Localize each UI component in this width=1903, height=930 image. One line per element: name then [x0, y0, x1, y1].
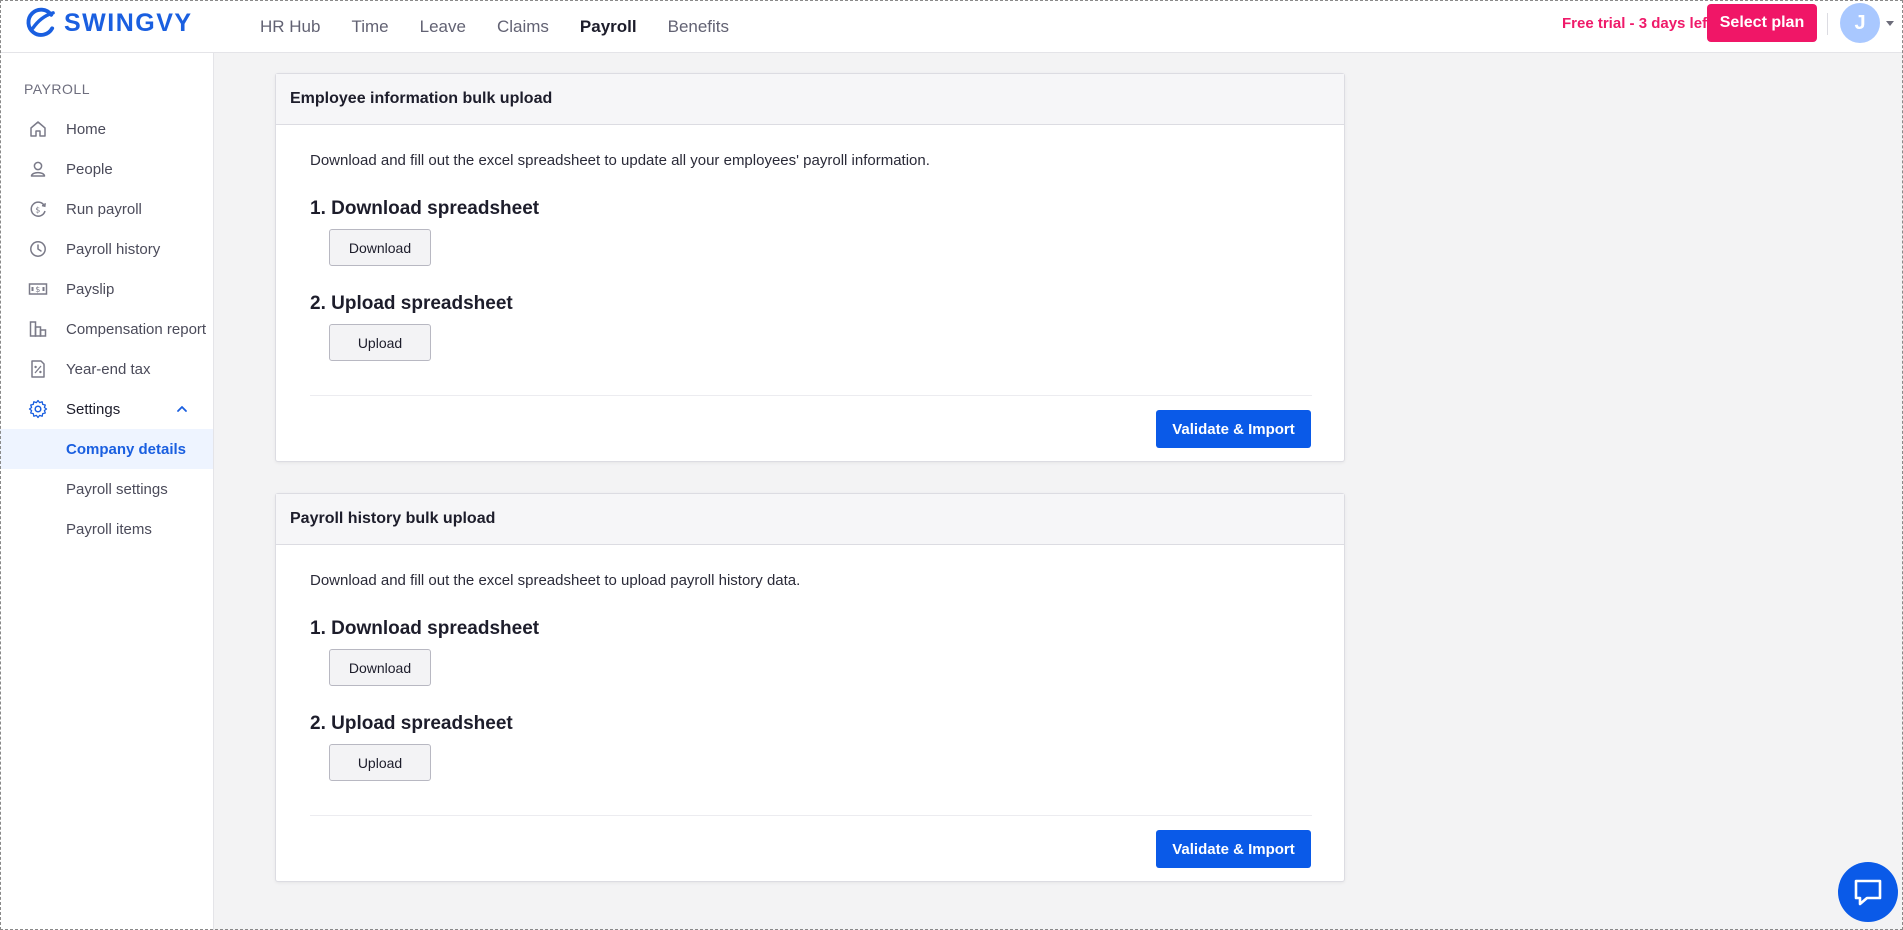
svg-text:$: $ — [35, 285, 40, 294]
step-download-title: 1. Download spreadsheet — [310, 618, 540, 639]
run-payroll-icon: $ — [30, 201, 46, 217]
payroll-history-upload-card: Payroll history bulk upload Download and… — [275, 493, 1345, 882]
sidebar-item-label: Payslip — [66, 280, 115, 298]
svg-text:$: $ — [35, 206, 40, 215]
swingvy-logo-icon — [26, 7, 55, 37]
sidebar-item-label: Year-end tax — [66, 360, 151, 378]
card-description: Download and fill out the excel spreadsh… — [310, 152, 930, 169]
swingvy-logo[interactable]: SWINGVY — [24, 7, 193, 40]
percent-doc-icon — [31, 360, 45, 378]
card-divider — [310, 395, 1312, 396]
history-clock-icon — [30, 241, 46, 257]
sidebar-subitem-label: Payroll items — [66, 520, 152, 538]
gear-icon — [28, 399, 48, 419]
chevron-down-icon[interactable] — [1886, 21, 1894, 26]
sidebar-item-label: Compensation report — [66, 320, 207, 338]
brand-name: SWINGVY — [64, 9, 193, 37]
nav-hr-hub[interactable]: HR Hub — [260, 17, 320, 37]
step-upload-title: 2. Upload spreadsheet — [310, 293, 513, 314]
sidebar-item-label: People — [66, 160, 113, 178]
sidebar-subitem-company-details[interactable]: Company details — [0, 429, 213, 469]
sidebar-item-run-payroll[interactable]: $ Run payroll — [0, 189, 213, 229]
sidebar-item-label: Run payroll — [66, 200, 142, 218]
payslip-icon: $ — [28, 283, 48, 295]
sidebar-item-year-end-tax[interactable]: Year-end tax — [0, 349, 213, 389]
nav-time[interactable]: Time — [351, 17, 388, 37]
sidebar-subitem-label: Payroll settings — [66, 480, 168, 498]
step-download-title: 1. Download spreadsheet — [310, 198, 540, 219]
sidebar-subitem-label: Company details — [66, 440, 187, 458]
sidebar-item-label: Settings — [66, 400, 121, 418]
sidebar-subitem-payroll-items[interactable]: Payroll items — [0, 509, 213, 549]
top-navigation-bar: SWINGVY HR Hub Time Leave Claims Payroll… — [0, 0, 1903, 53]
upload-button[interactable]: Upload — [329, 324, 431, 361]
card-title: Employee information bulk upload — [276, 74, 1344, 125]
main-nav: HR Hub Time Leave Claims Payroll Benefit… — [260, 0, 760, 53]
select-plan-button[interactable]: Select plan — [1707, 4, 1817, 42]
upload-button[interactable]: Upload — [329, 744, 431, 781]
home-icon — [30, 121, 46, 137]
header-divider — [1827, 13, 1828, 35]
nav-benefits[interactable]: Benefits — [668, 17, 729, 37]
user-avatar[interactable]: J — [1840, 3, 1880, 43]
sidebar-item-compensation-report[interactable]: Compensation report — [0, 309, 213, 349]
bar-chart-icon — [29, 321, 47, 337]
employee-info-upload-card: Employee information bulk upload Downloa… — [275, 73, 1345, 462]
person-icon — [30, 161, 46, 177]
chat-bubble-icon — [1854, 879, 1882, 906]
trial-status: Free trial - 3 days left — [1562, 15, 1713, 32]
step-upload-title: 2. Upload spreadsheet — [310, 713, 513, 734]
sidebar-item-settings[interactable]: Settings — [0, 389, 213, 429]
nav-claims[interactable]: Claims — [497, 17, 549, 37]
sidebar-subitem-payroll-settings[interactable]: Payroll settings — [0, 469, 213, 509]
nav-leave[interactable]: Leave — [420, 17, 466, 37]
nav-payroll[interactable]: Payroll — [580, 17, 637, 37]
sidebar-item-payslip[interactable]: $ Payslip — [0, 269, 213, 309]
sidebar-item-label: Home — [66, 120, 107, 138]
validate-import-button[interactable]: Validate & Import — [1156, 410, 1311, 448]
sidebar: PAYROLL Home People $ Run payroll Payrol… — [0, 53, 214, 930]
download-button[interactable]: Download — [329, 649, 431, 686]
card-title: Payroll history bulk upload — [276, 494, 1344, 545]
chevron-up-icon[interactable] — [176, 403, 188, 415]
sidebar-item-label: Payroll history — [66, 240, 161, 258]
download-button[interactable]: Download — [329, 229, 431, 266]
validate-import-button[interactable]: Validate & Import — [1156, 830, 1311, 868]
sidebar-heading: PAYROLL — [24, 81, 91, 97]
sidebar-item-people[interactable]: People — [0, 149, 213, 189]
sidebar-item-payroll-history[interactable]: Payroll history — [0, 229, 213, 269]
chat-launcher-button[interactable] — [1838, 862, 1898, 922]
card-divider — [310, 815, 1312, 816]
sidebar-item-home[interactable]: Home — [0, 109, 213, 149]
card-description: Download and fill out the excel spreadsh… — [310, 572, 801, 589]
